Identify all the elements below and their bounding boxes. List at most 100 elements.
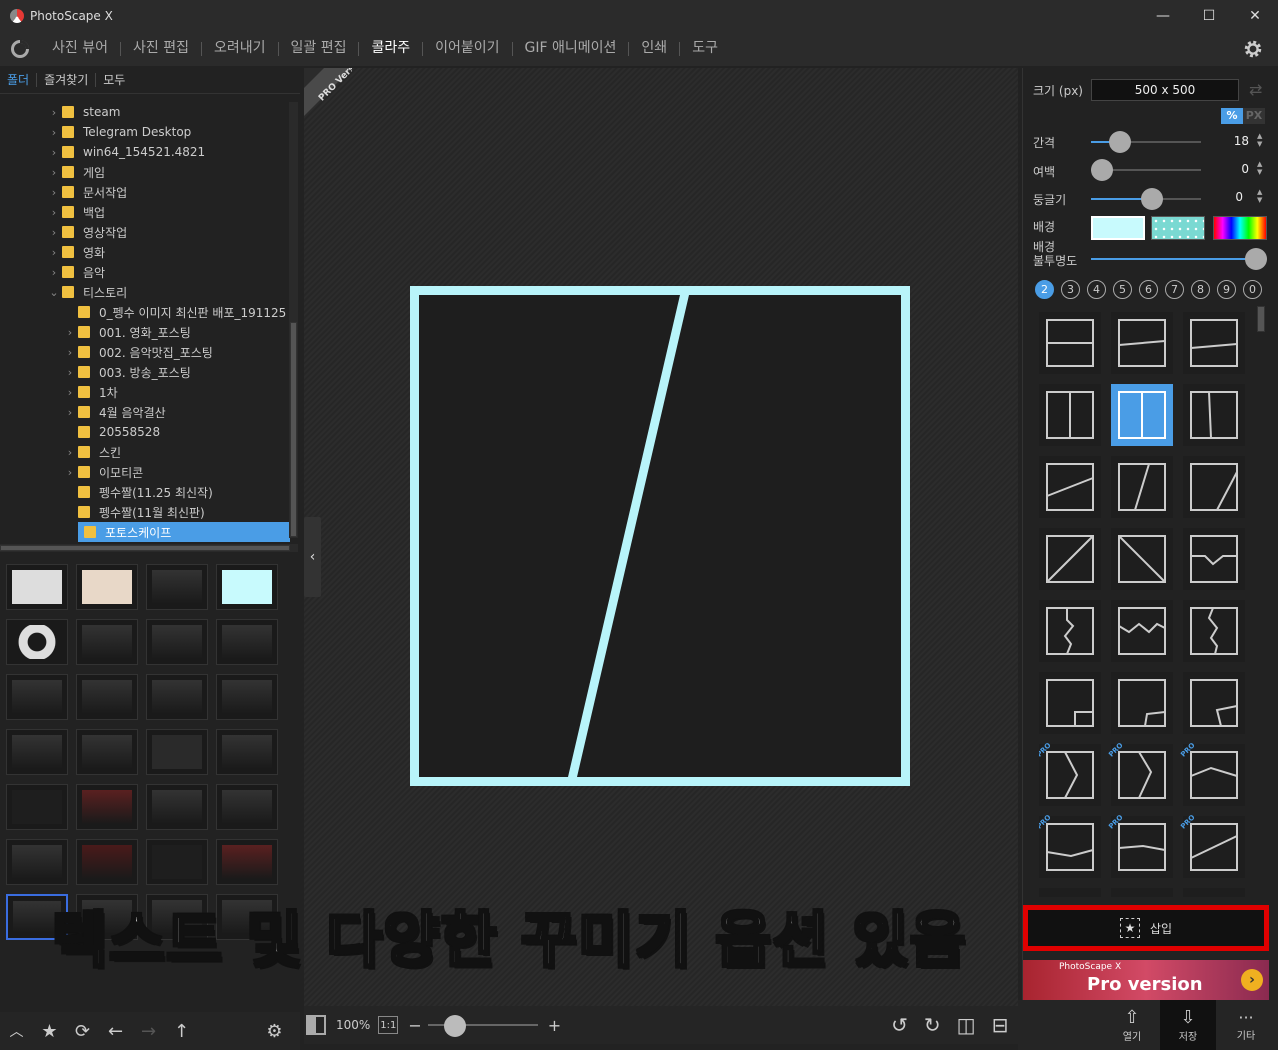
slider-knob[interactable] [1091,159,1113,181]
image-thumbnail[interactable] [76,564,138,610]
layout-option[interactable] [1039,672,1101,734]
layout-option[interactable] [1183,456,1245,518]
scrollbar-thumb[interactable] [0,545,290,551]
menu-photo-viewer[interactable]: 사진 뷰어 [40,31,120,66]
tree-item[interactable]: › 4월 음악결산 [62,402,166,422]
menu-photo-editor[interactable]: 사진 편집 [121,31,201,66]
save-button[interactable]: ⇩ 저장 [1160,1000,1216,1050]
tree-item[interactable]: › 002. 음악맛집_포스팅 [62,342,213,362]
chevron-right-icon[interactable]: › [46,186,62,199]
layout-option-pro[interactable]: PRO [1039,741,1101,806]
chevron-right-icon[interactable]: › [46,126,62,139]
zoom-in-button[interactable]: + [548,1016,561,1035]
chevron-right-icon[interactable]: › [62,386,78,399]
open-button[interactable]: ⇧ 열기 [1104,1000,1160,1050]
image-thumbnail[interactable] [6,564,68,610]
collage-preview[interactable] [410,286,910,786]
chevron-right-icon[interactable]: › [46,206,62,219]
image-thumbnail[interactable] [76,839,138,885]
banner-arrow-icon[interactable]: › [1241,969,1263,991]
count-9-button[interactable]: 9 [1217,280,1236,299]
menu-collage[interactable]: 콜라주 [359,31,422,66]
layout-option-selected[interactable] [1111,384,1173,446]
collapse-panel-chevron-left-icon[interactable]: ‹ [304,517,321,597]
flip-vertical-icon[interactable]: ⊟ [992,1013,1009,1037]
home-icon[interactable] [0,31,40,66]
layout-option[interactable] [1183,600,1245,662]
tree-item-selected[interactable]: 포토스케이프 [78,522,290,542]
image-thumbnail[interactable] [6,674,68,720]
image-thumbnail[interactable] [146,619,208,665]
minimize-button[interactable]: — [1140,0,1186,31]
layout-option[interactable] [1039,384,1101,446]
more-button[interactable]: ··· 기타 [1218,1000,1274,1050]
tree-vertical-scrollbar[interactable] [289,102,298,538]
tree-item[interactable]: › 1차 [62,382,118,402]
chevron-right-icon[interactable]: › [46,106,62,119]
chevron-down-icon[interactable]: ⌄ [46,286,62,299]
image-thumbnail[interactable] [6,729,68,775]
up-arrow-icon[interactable]: ↑ [165,1012,198,1050]
chevron-right-icon[interactable]: › [46,226,62,239]
background-pattern-swatch[interactable] [1151,216,1205,240]
image-thumbnail[interactable] [216,564,278,610]
slider-knob[interactable] [1245,248,1267,270]
tree-item[interactable]: ⌄ 티스토리 [46,282,127,302]
margin-slider[interactable] [1091,158,1201,182]
layout-option[interactable] [1111,312,1173,374]
image-thumbnail[interactable] [76,619,138,665]
layout-scrollbar[interactable] [1257,306,1267,906]
image-thumbnail[interactable] [76,729,138,775]
layout-option-pro[interactable]: PRO [1039,813,1101,878]
tree-item[interactable]: › 이모티콘 [62,462,143,482]
unit-px-button[interactable]: PX [1243,108,1265,124]
menu-combine[interactable]: 이어붙이기 [423,31,511,66]
layout-option[interactable] [1039,600,1101,662]
count-5-button[interactable]: 5 [1113,280,1132,299]
layout-option[interactable] [1111,528,1173,590]
unit-percent-button[interactable]: % [1221,108,1243,124]
layout-option[interactable] [1039,312,1101,374]
layout-option[interactable] [1039,456,1101,518]
menu-batch[interactable]: 일괄 편집 [279,31,359,66]
tree-horizontal-scrollbar[interactable] [0,544,298,552]
background-color-swatch[interactable] [1091,216,1145,240]
image-thumbnail[interactable] [6,619,68,665]
image-thumbnail[interactable] [216,674,278,720]
pro-version-banner[interactable]: PhotoScape X Pro version › [1023,960,1269,1002]
image-thumbnail[interactable] [146,674,208,720]
tree-item[interactable]: › steam [46,102,121,122]
layout-option-pro[interactable]: PRO [1179,741,1245,806]
insert-button[interactable]: ★ 삽입 [1023,905,1269,951]
tree-item[interactable]: 펭수짤(11월 최신판) [62,502,205,522]
slider-knob[interactable] [1141,188,1163,210]
chevron-right-icon[interactable]: › [62,346,78,359]
swap-icon[interactable]: ⇄ [1249,80,1262,99]
image-thumbnail[interactable] [216,784,278,830]
image-thumbnail[interactable] [216,619,278,665]
layout-option-pro[interactable]: PRO [1107,813,1173,878]
image-thumbnail[interactable] [216,729,278,775]
actual-size-button[interactable]: 1:1 [378,1016,399,1034]
tree-item[interactable]: › 영상작업 [46,222,127,242]
settings-gear-icon[interactable] [1242,38,1264,60]
rotate-left-icon[interactable]: ↺ [891,1013,908,1037]
tree-item[interactable]: › 003. 방송_포스팅 [62,362,191,382]
layout-option-pro[interactable] [1183,888,1245,897]
menu-tools[interactable]: 도구 [680,31,730,66]
menu-gif-animation[interactable]: GIF 애니메이션 [513,31,629,66]
count-8-button[interactable]: 8 [1191,280,1210,299]
count-2-button[interactable]: 2 [1035,280,1054,299]
chevron-right-icon[interactable]: › [46,166,62,179]
layout-option[interactable] [1183,528,1245,590]
chevron-right-icon[interactable]: › [62,406,78,419]
layout-option-pro[interactable] [1111,888,1173,897]
forward-arrow-icon[interactable]: → [132,1012,165,1050]
layout-option[interactable] [1111,672,1173,734]
margin-spinner-icon[interactable]: ▲ ▼ [1257,160,1262,176]
roundness-slider[interactable] [1091,187,1201,211]
back-arrow-icon[interactable]: ← [99,1012,132,1050]
layout-option[interactable] [1039,528,1101,590]
chevron-right-icon[interactable]: › [46,246,62,259]
menu-print[interactable]: 인쇄 [629,31,679,66]
